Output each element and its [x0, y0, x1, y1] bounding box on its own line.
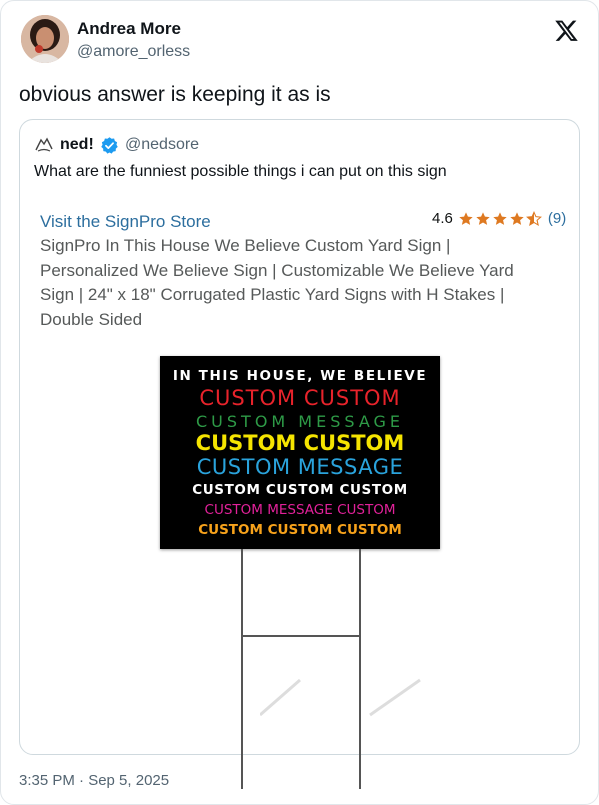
- x-logo-icon[interactable]: [554, 18, 579, 43]
- author-handle[interactable]: @amore_orless: [77, 43, 190, 61]
- product-title-line: Sign | 24" x 18" Corrugated Plastic Yard…: [40, 285, 505, 304]
- product-title-line: SignPro In This House We Believe Custom …: [40, 236, 451, 255]
- star-icon: [493, 211, 507, 225]
- sign-line: CUSTOM CUSTOM CUSTOM: [192, 482, 408, 498]
- sign-line: CUSTOM CUSTOM: [195, 431, 405, 455]
- sign-line: CUSTOM CUSTOM CUSTOM: [198, 522, 402, 538]
- sign-line: IN THIS HOUSE, WE BELIEVE: [172, 368, 428, 384]
- rating-stars: [458, 210, 543, 227]
- star-icon: [459, 211, 473, 225]
- product-title[interactable]: SignPro In This House We Believe Custom …: [40, 234, 560, 332]
- product-rating[interactable]: 4.6 (9): [432, 210, 566, 227]
- store-link[interactable]: Visit the SignPro Store: [40, 212, 211, 232]
- author-name[interactable]: Andrea More: [77, 19, 181, 39]
- yard-sign-image[interactable]: IN THIS HOUSE, WE BELIEVE CUSTOM CUSTOM …: [160, 356, 440, 549]
- sign-line: CUSTOM MESSAGE CUSTOM: [204, 502, 396, 518]
- author-avatar[interactable]: [21, 15, 69, 63]
- quote-author-handle[interactable]: @nedsore: [125, 136, 199, 154]
- tweet-text: obvious answer is keeping it as is: [19, 83, 331, 106]
- sign-stake-crossbar: [241, 635, 361, 637]
- rating-value: 4.6: [432, 210, 453, 227]
- hands-icon: [34, 136, 54, 154]
- tweet-card: Andrea More @amore_orless obvious answer…: [0, 0, 599, 805]
- quote-text: What are the funniest possible things i …: [34, 163, 447, 180]
- star-icon: [476, 211, 490, 225]
- half-star-icon: [525, 210, 542, 226]
- product-title-line: Personalized We Believe Sign | Customiza…: [40, 260, 514, 280]
- quoted-tweet[interactable]: ned! @nedsore What are the funniest poss…: [19, 119, 580, 789]
- quote-author-name[interactable]: ned!: [60, 136, 94, 154]
- sign-line: CUSTOM CUSTOM: [199, 386, 401, 410]
- sign-line: CUSTOM MESSAGE: [196, 455, 404, 479]
- rating-count[interactable]: (9): [548, 210, 566, 227]
- sign-stake: [241, 549, 243, 789]
- tweet-timestamp[interactable]: 3:35 PM · Sep 5, 2025: [19, 772, 169, 789]
- star-icon: [510, 211, 524, 225]
- product-title-line: Double Sided: [40, 309, 143, 329]
- sign-line: CUSTOM MESSAGE: [196, 412, 404, 431]
- stake-shadow: [260, 678, 421, 717]
- verified-badge-icon: [100, 136, 119, 155]
